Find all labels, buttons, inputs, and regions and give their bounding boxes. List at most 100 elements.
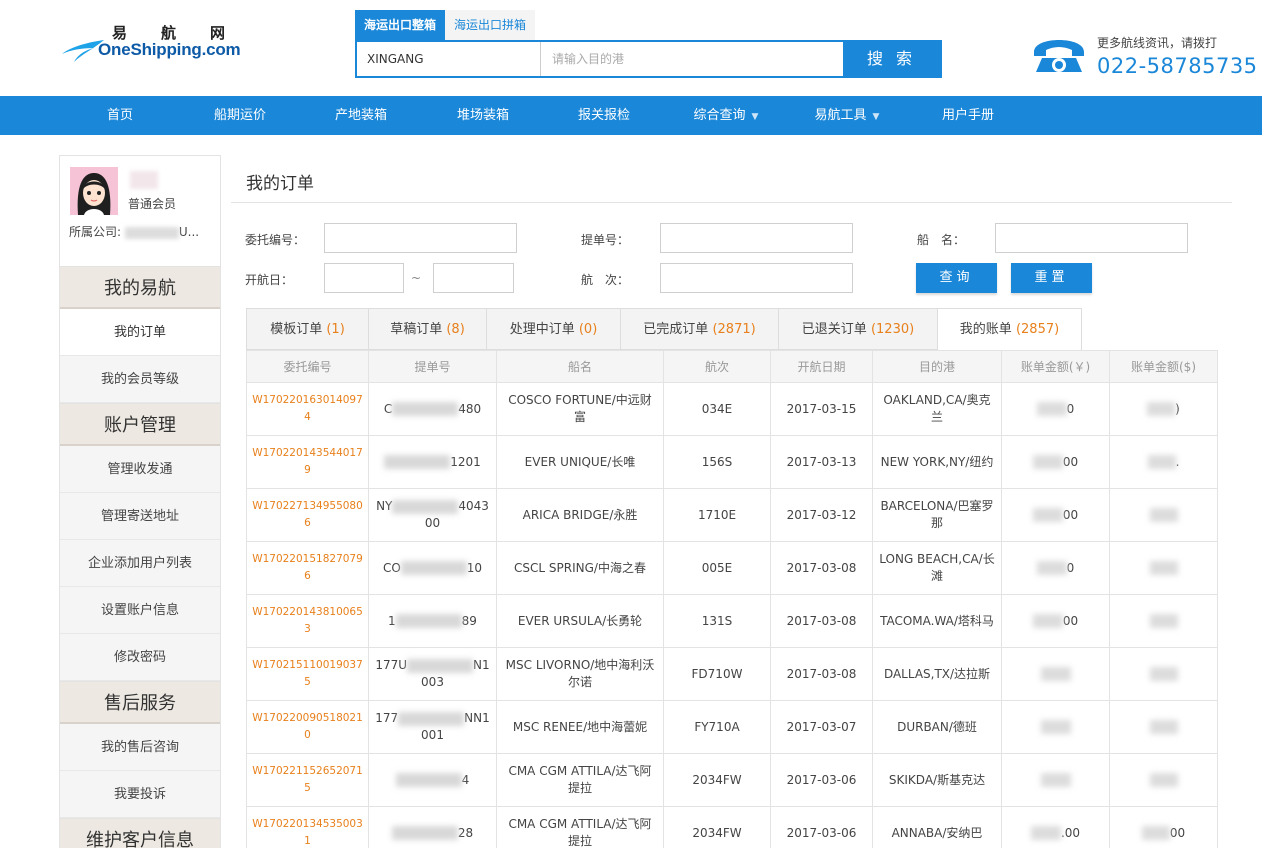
- sidebar-item-complaint[interactable]: 我要投诉: [60, 771, 220, 818]
- hotline-phone: 022-58785735: [1097, 54, 1258, 78]
- bl-no-redacted: [395, 773, 462, 787]
- tab-label: 已完成订单: [643, 322, 709, 337]
- order-no-input[interactable]: [324, 223, 517, 253]
- etd-cell: 2017-03-06: [770, 753, 873, 807]
- bill-rmb-cell: 0: [1001, 541, 1110, 595]
- nav-customs[interactable]: 报关报检: [564, 96, 644, 135]
- bl-no-prefix: 177U: [375, 658, 408, 672]
- order-no-link[interactable]: W1702201435440179: [246, 435, 369, 489]
- order-no-link[interactable]: W1702271349550806: [246, 488, 369, 542]
- sidebar-item-parties[interactable]: 管理收发通: [60, 446, 220, 493]
- nav-yard-loading[interactable]: 堆场装箱: [443, 96, 523, 135]
- bill-usd-cell: .: [1109, 435, 1218, 489]
- bl-no-prefix: CO: [382, 560, 401, 575]
- avatar: [70, 167, 118, 215]
- section-after-sales: 售后服务: [60, 681, 220, 724]
- dest-cell: NEW YORK,NY/纽约: [872, 435, 1002, 489]
- main-content: 我的订单 委托编号： 提单号： 船 名： 开航日： ~ 航 次： 查询 重置 模…: [231, 155, 1232, 848]
- order-no-link[interactable]: W1702151100190375: [246, 647, 369, 701]
- dest-port-input[interactable]: [542, 42, 842, 76]
- order-no-link[interactable]: W1702200905180210: [246, 700, 369, 754]
- tab-completed-orders[interactable]: 已完成订单 (2871): [620, 308, 779, 350]
- order-no-link[interactable]: W1702201518270796: [246, 541, 369, 595]
- nav-inquiry[interactable]: 综合查询 ▼: [686, 96, 766, 135]
- sidebar-item-after-sales-consult[interactable]: 我的售后咨询: [60, 724, 220, 771]
- nav-factory-loading[interactable]: 产地装箱: [321, 96, 401, 135]
- tab-label: 处理中订单: [509, 322, 575, 337]
- search-tab-fcl[interactable]: 海运出口整箱: [355, 10, 446, 40]
- sidebar: 普通会员 所属公司: U... 我的易航 我的订单 我的会员等级 账户管理 管理…: [59, 155, 221, 848]
- vessel-cell: MSC LIVORNO/地中海利沃尔诺: [496, 647, 664, 701]
- nav-manual[interactable]: 用户手册: [928, 96, 1008, 135]
- col-dest: 目的港: [872, 350, 1002, 383]
- bill-usd-suffix: .: [1175, 454, 1180, 469]
- tab-count: (1230): [870, 322, 915, 337]
- order-no-link[interactable]: W1702211526520715: [246, 753, 369, 807]
- tab-draft-orders[interactable]: 草稿订单 (8): [368, 308, 487, 350]
- sidebar-item-member-level[interactable]: 我的会员等级: [60, 356, 220, 403]
- telephone-icon: [1034, 40, 1084, 72]
- query-button[interactable]: 查询: [916, 263, 997, 293]
- nav-home[interactable]: 首页: [90, 96, 150, 135]
- tab-my-bills[interactable]: 我的账单 (2857): [937, 308, 1082, 351]
- voyage-cell: FY710A: [663, 700, 771, 754]
- tab-template-orders[interactable]: 模板订单 (1): [246, 308, 369, 350]
- search-button[interactable]: 搜 索: [843, 42, 940, 76]
- etd-to-input[interactable]: [433, 263, 514, 293]
- order-no-link[interactable]: W1702201438100653: [246, 594, 369, 648]
- nav-schedule-rates[interactable]: 船期运价: [200, 96, 280, 135]
- etd-label: 开航日：: [245, 273, 294, 287]
- bl-no-redacted: [400, 561, 467, 575]
- company-name-redacted: [124, 226, 179, 239]
- table-row[interactable]: W1702151100190375 177U N1 003 MSC LIVORNO/地…: [246, 647, 1218, 701]
- tab-label: 我的账单: [959, 322, 1012, 337]
- table-row[interactable]: W1702271349550806 NY 4043 00 ARICA BRIDGE/永…: [246, 488, 1218, 542]
- sidebar-item-company-users[interactable]: 企业添加用户列表: [60, 540, 220, 587]
- dest-cell: LONG BEACH,CA/长滩: [872, 541, 1002, 595]
- bill-usd-cell: [1109, 541, 1218, 595]
- avatar-girl-icon: [70, 167, 118, 215]
- bl-no-redacted: [391, 826, 458, 840]
- table-row[interactable]: W1702200905180210 177 NN1 001 MSC RENEE/地中海…: [246, 700, 1218, 754]
- table-row[interactable]: W1702201518270796 CO 10 CSCL SPRING/中海之春 005…: [246, 541, 1218, 595]
- bill-usd-redacted: [1141, 826, 1170, 840]
- company-info: 所属公司: U...: [69, 223, 199, 240]
- table-row[interactable]: W1702201345350031 28 CMA CGM ATTILA/达飞阿提拉 2…: [246, 806, 1218, 848]
- table-row[interactable]: W1702211526520715 4 CMA CGM ATTILA/达飞阿提拉 20…: [246, 753, 1218, 807]
- origin-port-input[interactable]: [357, 42, 541, 76]
- vessel-input[interactable]: [995, 223, 1188, 253]
- vessel-cell: CSCL SPRING/中海之春: [496, 541, 664, 595]
- sidebar-item-addresses[interactable]: 管理寄送地址: [60, 493, 220, 540]
- bill-usd-cell: [1109, 488, 1218, 542]
- dest-cell: SKIKDA/斯基克达: [872, 753, 1002, 807]
- nav-inquiry-label: 综合查询: [693, 108, 746, 123]
- tab-processing-orders[interactable]: 处理中订单 (0): [486, 308, 621, 350]
- sidebar-item-my-orders[interactable]: 我的订单: [60, 309, 220, 356]
- col-etd: 开航日期: [770, 350, 873, 383]
- etd-from-input[interactable]: [324, 263, 404, 293]
- sidebar-item-account-settings[interactable]: 设置账户信息: [60, 587, 220, 634]
- sidebar-item-change-password[interactable]: 修改密码: [60, 634, 220, 681]
- tab-count: (1): [326, 322, 345, 337]
- nav-tools[interactable]: 易航工具 ▼: [807, 96, 887, 135]
- order-no-link[interactable]: W1702201630140974: [246, 382, 369, 436]
- tab-count: (2857): [1015, 322, 1060, 337]
- vessel-label: 船 名：: [917, 233, 966, 247]
- table-row[interactable]: W1702201438100653 1 89 EVER URSULA/长勇轮 131S 2…: [246, 594, 1218, 648]
- bill-rmb-redacted: [1032, 508, 1063, 522]
- table-row[interactable]: W1702201630140974 C 480 COSCO FORTUNE/中远财富 0…: [246, 382, 1218, 436]
- search-tab-lcl[interactable]: 海运出口拼箱: [445, 10, 536, 40]
- order-no-link[interactable]: W1702201345350031: [246, 806, 369, 848]
- bill-rmb-redacted: [1040, 773, 1071, 787]
- bill-rmb-cell: 00: [1001, 488, 1110, 542]
- order-no-label: 委托编号：: [245, 233, 306, 247]
- bl-no-input[interactable]: [660, 223, 853, 253]
- voyage-input[interactable]: [660, 263, 853, 293]
- bill-rmb-cell: 0: [1001, 382, 1110, 436]
- company-label: 所属公司:: [69, 225, 122, 239]
- site-logo[interactable]: 易航网 OneShipping.com: [60, 20, 260, 70]
- voyage-cell: 005E: [663, 541, 771, 595]
- tab-shutout-orders[interactable]: 已退关订单 (1230): [778, 308, 938, 350]
- table-row[interactable]: W1702201435440179 1201 EVER UNIQUE/长唯 156S 2…: [246, 435, 1218, 489]
- reset-button[interactable]: 重置: [1011, 263, 1092, 293]
